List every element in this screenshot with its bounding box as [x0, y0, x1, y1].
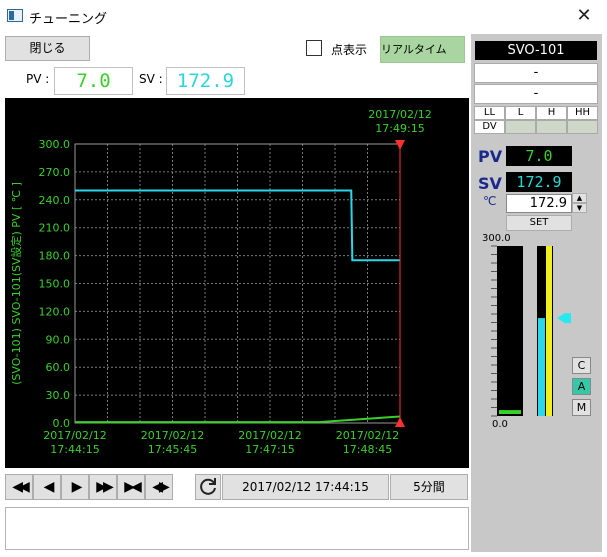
tag-name: SVO-101 [475, 41, 597, 60]
mode-a-button[interactable]: A [572, 378, 591, 395]
x-tick-time-label: 17:45:45 [148, 443, 197, 456]
refresh-icon [200, 478, 216, 495]
pv-bar-fill [499, 410, 521, 414]
trend-chart-svg: 300.0 270.0 240.0 210.0 180.0 150.0 120.0 90.0 6… [9, 108, 432, 456]
spin-up-button[interactable]: ▲ [572, 193, 587, 203]
y-tick-label: 300.0 [39, 138, 71, 151]
mv-bar-fill [546, 246, 552, 416]
sv-marker [557, 313, 571, 324]
realtime-button[interactable]: リアルタイム [380, 36, 465, 63]
x-tick-date-label: 2017/02/12 [238, 429, 301, 442]
y-axis-label: (SVO-101) SVO-101(SV設定) PV [ ℃ ] [9, 182, 23, 385]
bar-min-label: 0.0 [492, 419, 508, 430]
cursor-time-label: 17:49:15 [375, 122, 424, 135]
message-area[interactable] [5, 507, 469, 550]
sv-side-label: SV [478, 174, 502, 193]
x-tick-date-label: 2017/02/12 [141, 429, 204, 442]
tag-comment-2: - [474, 84, 598, 104]
tag-comment-1: - [474, 63, 598, 83]
pv-label: PV : [26, 72, 50, 86]
x-tick-date-label: 2017/02/12 [43, 429, 106, 442]
alarm-h-label: H [536, 106, 567, 120]
trend-chart[interactable]: 300.0 270.0 240.0 210.0 180.0 150.0 120.0 90.0 6… [5, 98, 469, 468]
dots-checkbox[interactable] [306, 40, 322, 56]
y-tick-label: 270.0 [39, 166, 71, 179]
alarm-hh-label: HH [567, 106, 598, 120]
y-tick-label: 120.0 [39, 305, 71, 318]
dv-label: DV [474, 120, 505, 134]
next-button[interactable]: ▶ [61, 474, 89, 500]
spin-down-button[interactable]: ▼ [572, 203, 587, 213]
title-bar: チューニング ✕ [0, 0, 607, 32]
pv-value: 7.0 [54, 67, 133, 95]
alarm-l-label: L [505, 106, 536, 120]
window-title: チューニング [29, 12, 108, 27]
zoom-out-button[interactable]: ◀▶ [145, 474, 173, 500]
x-tick-time-label: 17:47:15 [245, 443, 294, 456]
app-icon [7, 9, 23, 22]
y-tick-label: 30.0 [46, 389, 71, 402]
last-button[interactable]: ▶▶ [89, 474, 117, 500]
sv-value: 172.9 [166, 67, 245, 95]
x-tick-time-label: 17:44:15 [50, 443, 99, 456]
x-tick-date-label: 2017/02/12 [336, 429, 399, 442]
sv-bar-fill [538, 318, 545, 416]
first-button[interactable]: ◀◀ [5, 474, 33, 500]
y-tick-label: 90.0 [46, 333, 71, 346]
span-selector[interactable]: 5分間 [390, 474, 468, 500]
cursor-date-label: 2017/02/12 [368, 108, 431, 121]
zoom-in-button[interactable]: ▶◀ [117, 474, 145, 500]
y-tick-label: 150.0 [39, 278, 71, 291]
window-close-button[interactable]: ✕ [568, 3, 600, 29]
x-tick-time-label: 17:48:45 [343, 443, 392, 456]
datetime-display[interactable]: 2017/02/12 17:44:15 [222, 474, 389, 500]
set-button[interactable]: SET [506, 215, 572, 231]
sv-side-value: 172.9 [506, 172, 572, 192]
pv-side-label: PV [478, 147, 503, 166]
refresh-button[interactable] [195, 474, 221, 500]
y-tick-label: 60.0 [46, 361, 71, 374]
alarm-status-cell [505, 120, 536, 134]
cursor-top-marker [395, 140, 405, 150]
pv-bar-track [497, 246, 523, 416]
alarm-ll-label: LL [474, 106, 505, 120]
prev-button[interactable]: ◀ [33, 474, 61, 500]
cursor-bottom-marker [395, 417, 405, 427]
alarm-status-cell [536, 120, 567, 134]
sv-label: SV : [139, 72, 163, 86]
alarm-status-cell [567, 120, 598, 134]
dots-checkbox-label[interactable]: 点表示 [331, 41, 367, 58]
mode-m-button[interactable]: M [572, 399, 591, 416]
y-tick-label: 210.0 [39, 222, 71, 235]
pv-side-value: 7.0 [506, 146, 572, 166]
sv-setpoint-input[interactable]: 172.9 [506, 194, 572, 213]
mode-c-button[interactable]: C [572, 357, 591, 374]
close-button[interactable]: 閉じる [5, 36, 90, 61]
y-tick-label: 180.0 [39, 250, 71, 263]
unit-label: ℃ [483, 194, 497, 208]
y-tick-label: 240.0 [39, 194, 71, 207]
